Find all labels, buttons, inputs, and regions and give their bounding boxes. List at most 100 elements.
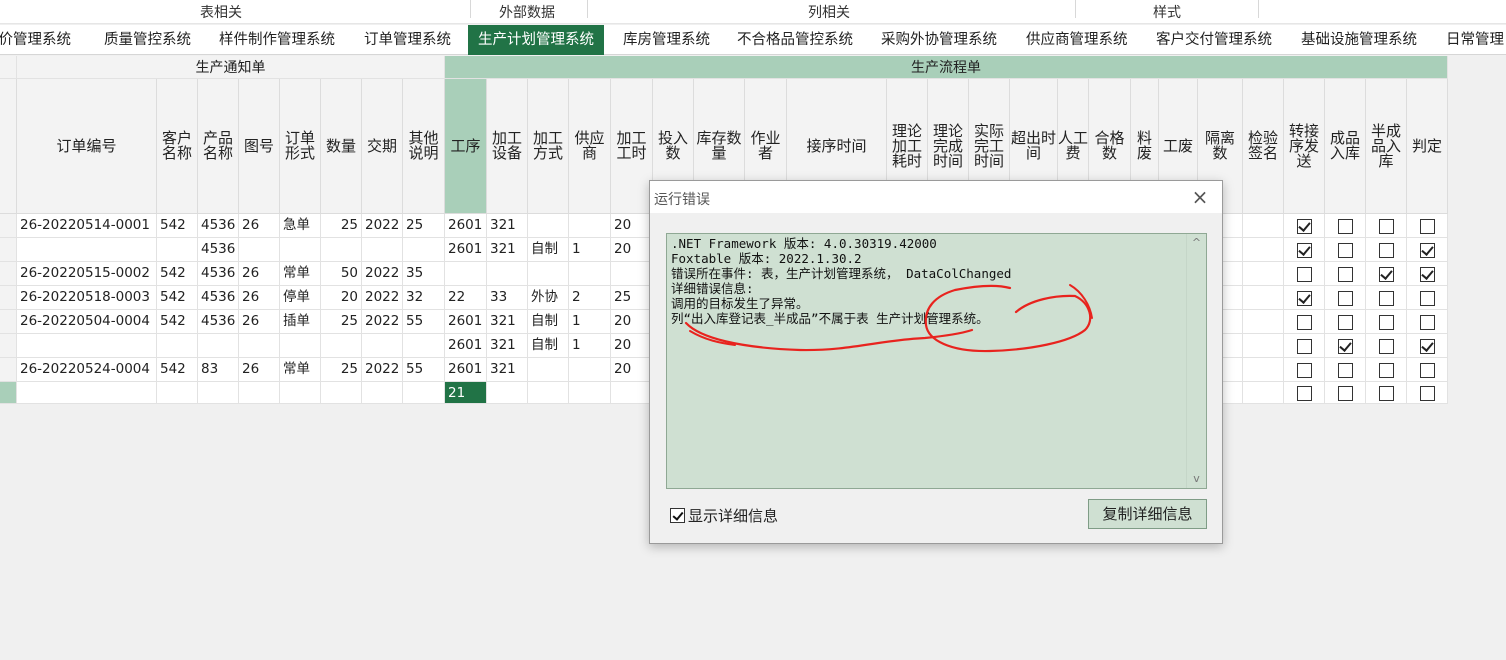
checkbox-checked[interactable] [1420, 267, 1435, 282]
table-cell[interactable] [1407, 286, 1448, 310]
table-cell[interactable]: 4536 [198, 238, 239, 262]
table-cell[interactable]: 2022 [362, 262, 403, 286]
checkbox-unchecked[interactable] [1297, 315, 1312, 330]
table-cell[interactable]: 25 [321, 358, 362, 382]
column-header[interactable]: 订单形式 [280, 79, 321, 214]
checkbox-unchecked[interactable] [1420, 315, 1435, 330]
column-header[interactable]: 产品名称 [198, 79, 239, 214]
checkbox-unchecked[interactable] [1297, 267, 1312, 282]
table-cell[interactable] [1407, 238, 1448, 262]
table-cell[interactable] [198, 334, 239, 358]
checkbox-unchecked[interactable] [1338, 219, 1353, 234]
show-details-checkbox[interactable]: 显示详细信息 [670, 505, 778, 526]
table-cell[interactable] [1407, 310, 1448, 334]
table-cell[interactable]: 20 [611, 214, 653, 238]
table-cell[interactable]: 2022 [362, 310, 403, 334]
checkbox-unchecked[interactable] [1338, 315, 1353, 330]
checkbox-unchecked[interactable] [1297, 339, 1312, 354]
table-cell[interactable] [1407, 334, 1448, 358]
column-header[interactable]: 交期 [362, 79, 403, 214]
table-cell[interactable] [569, 262, 611, 286]
table-cell[interactable] [17, 334, 157, 358]
table-cell[interactable] [198, 382, 239, 404]
table-cell[interactable] [1284, 238, 1325, 262]
tab-quality[interactable]: 质量管控系统 [104, 25, 191, 55]
table-cell[interactable]: 自制 [528, 310, 569, 334]
table-cell[interactable]: 26-20220504-0004 [17, 310, 157, 334]
table-cell[interactable]: 22 [445, 286, 487, 310]
table-cell[interactable]: 急单 [280, 214, 321, 238]
table-cell[interactable]: 4536 [198, 262, 239, 286]
table-cell[interactable]: 常单 [280, 262, 321, 286]
tab-delivery[interactable]: 客户交付管理系统 [1156, 25, 1272, 55]
row-header[interactable] [0, 286, 17, 310]
row-header[interactable] [0, 238, 17, 262]
table-cell[interactable] [403, 334, 445, 358]
table-cell[interactable] [528, 358, 569, 382]
column-header[interactable]: 加工设备 [487, 79, 528, 214]
scroll-down-icon[interactable]: v [1187, 470, 1206, 488]
checkbox-unchecked[interactable] [1379, 386, 1394, 401]
checkbox-checked[interactable] [1338, 339, 1353, 354]
checkbox-unchecked[interactable] [1420, 386, 1435, 401]
table-cell[interactable] [1243, 310, 1284, 334]
tab-warehouse[interactable]: 库房管理系统 [623, 25, 710, 55]
table-cell[interactable] [528, 214, 569, 238]
table-cell[interactable] [1325, 238, 1366, 262]
table-cell[interactable]: 停单 [280, 286, 321, 310]
table-cell[interactable] [280, 382, 321, 404]
table-cell[interactable]: 26 [239, 358, 280, 382]
table-cell[interactable] [1284, 334, 1325, 358]
column-header[interactable]: 订单编号 [17, 79, 157, 214]
table-cell[interactable] [1366, 286, 1407, 310]
table-cell[interactable] [321, 238, 362, 262]
table-cell[interactable] [1366, 358, 1407, 382]
table-cell[interactable] [17, 238, 157, 262]
table-cell[interactable] [1243, 382, 1284, 404]
table-cell[interactable] [157, 382, 198, 404]
checkbox-checked[interactable] [1420, 243, 1435, 258]
tab-purchasing[interactable]: 采购外协管理系统 [881, 25, 997, 55]
table-cell[interactable] [1325, 358, 1366, 382]
table-cell[interactable] [569, 358, 611, 382]
table-cell[interactable] [1284, 214, 1325, 238]
table-cell[interactable]: 321 [487, 310, 528, 334]
table-cell[interactable]: 2 [569, 286, 611, 310]
column-header[interactable]: 供应商 [569, 79, 611, 214]
row-header[interactable] [0, 310, 17, 334]
column-header[interactable]: 数量 [321, 79, 362, 214]
column-header[interactable]: 成品入库 [1325, 79, 1366, 214]
table-cell[interactable] [1407, 382, 1448, 404]
table-cell[interactable] [280, 334, 321, 358]
table-cell[interactable]: 4536 [198, 214, 239, 238]
table-cell[interactable]: 26-20220524-0004 [17, 358, 157, 382]
table-cell[interactable]: 55 [403, 310, 445, 334]
column-header[interactable]: 其他说明 [403, 79, 445, 214]
table-cell[interactable]: 20 [611, 238, 653, 262]
checkbox-unchecked[interactable] [1420, 219, 1435, 234]
checkbox-unchecked[interactable] [1338, 386, 1353, 401]
table-cell[interactable] [1325, 310, 1366, 334]
table-cell[interactable]: 2601 [445, 358, 487, 382]
checkbox-unchecked[interactable] [1297, 386, 1312, 401]
table-cell[interactable] [528, 382, 569, 404]
table-cell[interactable]: 35 [403, 262, 445, 286]
checkbox-unchecked[interactable] [1338, 363, 1353, 378]
table-cell[interactable] [1366, 262, 1407, 286]
table-cell[interactable]: 50 [321, 262, 362, 286]
checkbox-checked-icon[interactable] [670, 508, 685, 523]
checkbox-unchecked[interactable] [1379, 363, 1394, 378]
table-cell[interactable] [1366, 238, 1407, 262]
table-cell[interactable]: 321 [487, 334, 528, 358]
close-icon[interactable]: × [1186, 185, 1214, 209]
detail-scrollbar[interactable]: ^ v [1186, 234, 1206, 488]
table-cell[interactable] [1325, 286, 1366, 310]
table-cell[interactable]: 2022 [362, 358, 403, 382]
table-cell[interactable] [239, 382, 280, 404]
checkbox-unchecked[interactable] [1297, 363, 1312, 378]
table-cell[interactable] [403, 238, 445, 262]
table-cell[interactable]: 2601 [445, 334, 487, 358]
table-cell[interactable] [280, 238, 321, 262]
table-cell[interactable]: 321 [487, 358, 528, 382]
column-header[interactable]: 判定 [1407, 79, 1448, 214]
